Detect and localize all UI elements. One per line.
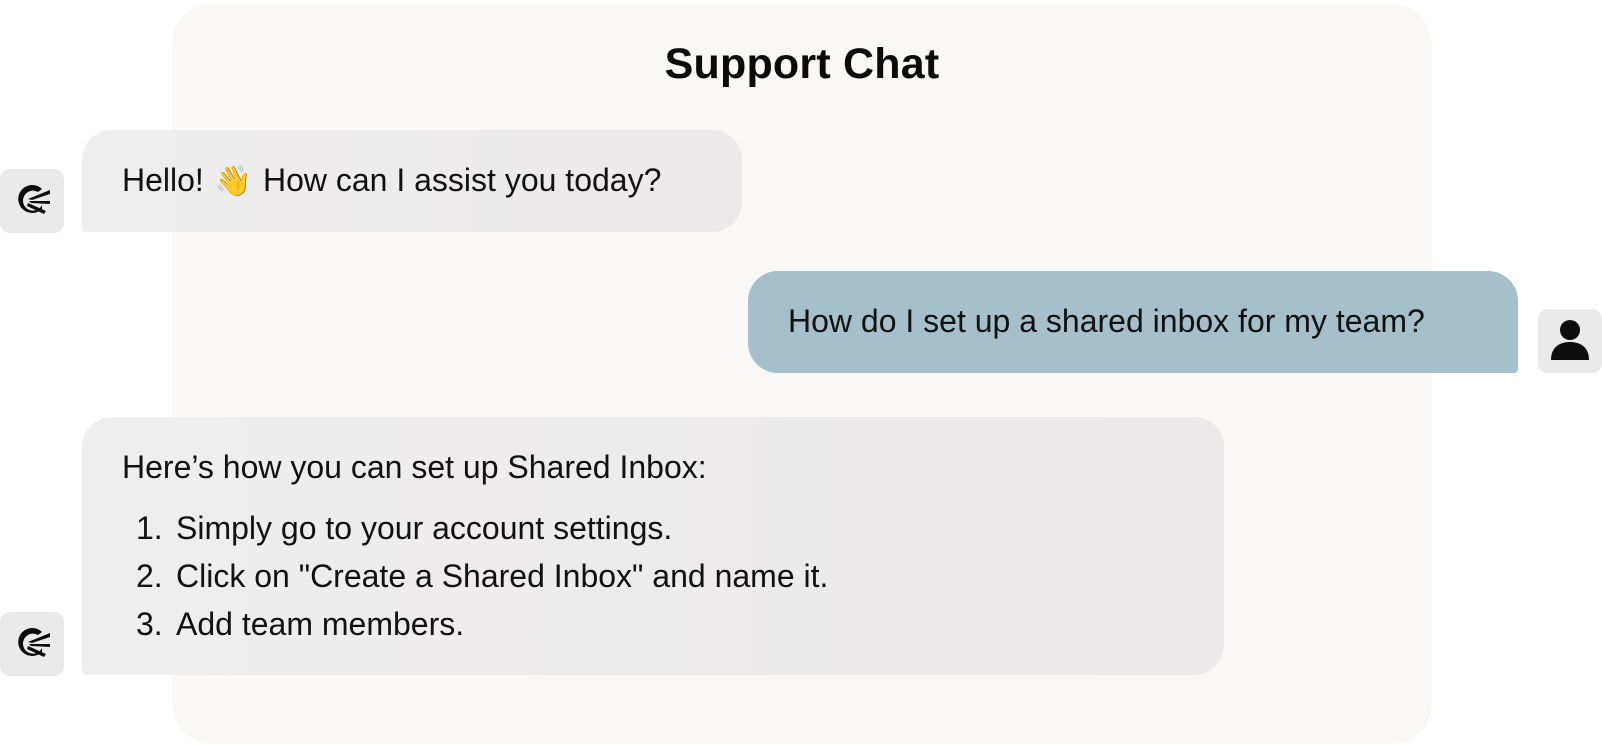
step-text: Add team members. [176,605,465,642]
message-text: How do I set up a shared inbox for my te… [788,303,1425,339]
user-person-icon [1548,317,1592,366]
list-item: 1. Simply go to your account settings. [136,504,1184,552]
list-item: 3. Add team members. [136,600,1184,648]
waving-hand-icon: 👋 [214,164,253,199]
page-title: Support Chat [664,40,940,88]
step-text: Click on "Create a Shared Inbox" and nam… [176,557,829,594]
bird-logo-icon [12,622,52,667]
step-text: Simply go to your account settings. [176,509,673,546]
step-number: 2. [136,557,163,594]
user-avatar [1538,309,1602,373]
step-number: 3. [136,605,163,642]
bot-avatar [0,612,64,676]
message-text: Hello! [122,162,204,198]
step-number: 1. [136,509,163,546]
message-text: How can I assist you today? [262,162,662,198]
bot-message: Here’s how you can set up Shared Inbox: … [82,417,1224,675]
list-item: 2. Click on "Create a Shared Inbox" and n… [136,552,1184,600]
bird-logo-icon [12,179,52,224]
user-message: How do I set up a shared inbox for my te… [748,271,1518,373]
chat-window: Support Chat Hello! 👋 How can I assist y… [0,0,1602,745]
bot-message: Hello! 👋 How can I assist you today? [82,130,742,232]
steps-list: 1. Simply go to your account settings. 2.… [122,504,1184,648]
message-intro: Here’s how you can set up Shared Inbox: [122,449,707,485]
bot-avatar [0,169,64,233]
